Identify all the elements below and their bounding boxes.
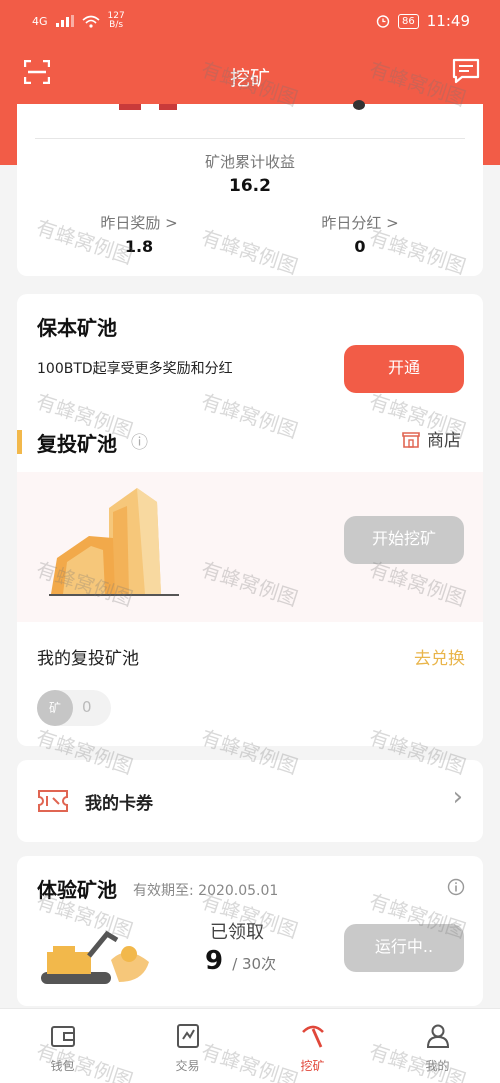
yesterday-reward-value: 1.8: [124, 237, 154, 256]
tab-wallet[interactable]: 钱包: [0, 1009, 125, 1083]
clock: 11:49: [426, 12, 470, 30]
trial-pool-card: 体验矿池 有效期至: 2020.05.01 已领取 9 / 30次 运行中..: [17, 856, 483, 1006]
info-icon[interactable]: [447, 878, 465, 896]
battery-level: 86: [398, 13, 419, 29]
claimed-count: 9: [205, 946, 224, 976]
coupons-label: 我的卡券: [85, 794, 153, 814]
info-icon[interactable]: ⓘ: [131, 428, 148, 453]
section-accent: [17, 430, 22, 454]
scrolled-content-fragment: [119, 104, 141, 110]
trade-icon: [177, 1024, 199, 1048]
yesterday-dividend-value: 0: [354, 237, 366, 256]
status-bar: 4G 127 B/s 86 11:49: [0, 0, 500, 40]
message-icon[interactable]: [452, 58, 480, 84]
badge-avatar: 矿: [37, 690, 73, 726]
wallet-icon: [51, 1026, 75, 1047]
principal-pool-title: 保本矿池: [37, 316, 117, 340]
page-title: 挖矿: [230, 66, 270, 90]
bottom-tab-bar: 钱包 交易 挖矿 我的: [0, 1008, 500, 1083]
coupon-icon: [38, 790, 68, 812]
tab-label: 我的: [425, 1059, 450, 1073]
network-speed: 127 B/s: [107, 11, 125, 30]
alarm-icon: [376, 15, 390, 28]
coupons-row[interactable]: 我的卡券 ›: [17, 760, 483, 842]
claimed-total: / 30次: [232, 955, 277, 973]
open-button[interactable]: 开通: [344, 345, 464, 393]
reinvest-pool-title: 复投矿池: [37, 432, 117, 456]
store-label: 商店: [427, 431, 461, 451]
tab-label: 交易: [175, 1059, 200, 1073]
validity-date: 有效期至: 2020.05.01: [133, 883, 279, 899]
mine-illustration: [49, 488, 179, 596]
scrolled-content-fragment: [353, 100, 365, 110]
tab-label: 钱包: [50, 1059, 75, 1073]
pickaxe-icon: [302, 1025, 324, 1048]
tab-trade[interactable]: 交易: [125, 1009, 250, 1083]
start-mining-button[interactable]: 开始挖矿: [344, 516, 464, 564]
yesterday-dividend-link[interactable]: 昨日分红 >: [287, 212, 433, 233]
earnings-card: 矿池累计收益 16.2 昨日奖励 > 1.8 昨日分红 > 0: [17, 100, 483, 276]
tab-mining[interactable]: 挖矿: [250, 1009, 375, 1083]
badge-count: 0: [82, 698, 92, 716]
store-link[interactable]: 商店: [401, 426, 461, 451]
store-icon: [402, 431, 420, 448]
scrolled-content-fragment: [159, 104, 177, 110]
pools-card: 保本矿池 100BTD起享受更多奖励和分红 开通 复投矿池 ⓘ 商店 开始挖矿 …: [17, 294, 483, 746]
tab-profile[interactable]: 我的: [375, 1009, 500, 1083]
chevron-right-icon: ›: [452, 782, 463, 812]
my-reinvest-pool-label: 我的复投矿池: [37, 649, 139, 669]
pool-badge: 矿 0: [37, 690, 111, 726]
running-button[interactable]: 运行中..: [344, 924, 464, 972]
user-icon: [426, 1024, 450, 1048]
app-header: 挖矿: [0, 40, 500, 104]
network-indicator: 4G: [32, 14, 48, 28]
total-earnings-label: 矿池累计收益: [204, 153, 295, 171]
trial-pool-title: 体验矿池: [37, 878, 117, 902]
divider: [35, 138, 465, 139]
principal-pool-description: 100BTD起享受更多奖励和分红: [37, 361, 233, 377]
signal-icon: [55, 15, 74, 27]
claimed-counter: 9 / 30次: [205, 946, 276, 976]
total-earnings-value: 16.2: [229, 176, 271, 196]
mining-area: 开始挖矿: [17, 472, 483, 622]
tab-label: 挖矿: [300, 1059, 325, 1073]
wifi-icon: [82, 15, 100, 28]
exchange-link[interactable]: 去兑换: [414, 644, 465, 669]
yesterday-reward-link[interactable]: 昨日奖励 >: [67, 212, 211, 233]
